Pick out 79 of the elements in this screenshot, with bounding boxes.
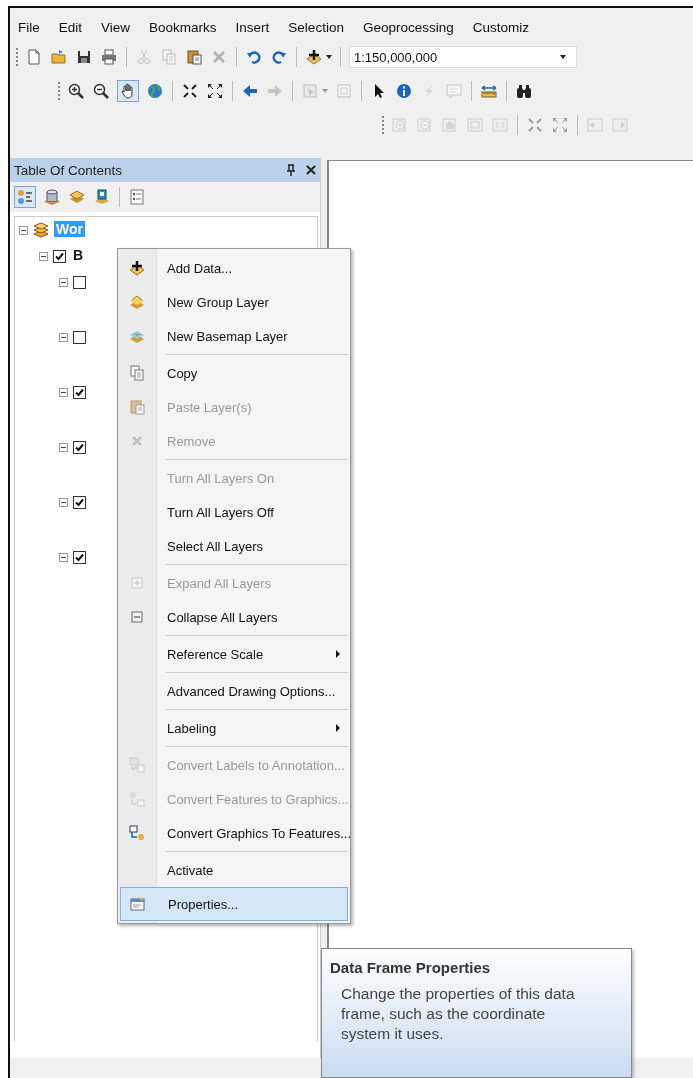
ruler-icon[interactable]: [480, 82, 498, 100]
basemap-layer-icon: [129, 328, 145, 344]
hand-icon[interactable]: [117, 80, 139, 102]
graphics-to-features-icon: [129, 825, 145, 841]
binoculars-icon[interactable]: [515, 82, 533, 100]
plus-diamond-icon[interactable]: [305, 48, 323, 66]
menu-item[interactable]: Activate: [120, 853, 348, 887]
panel-title: Table Of Contents: [14, 162, 124, 178]
menu-item[interactable]: Insert: [235, 19, 270, 35]
database-icon[interactable]: [43, 188, 61, 206]
checkbox[interactable]: [73, 386, 86, 399]
menu-item[interactable]: Convert Graphics To Features...: [120, 816, 348, 850]
clipboard-icon[interactable]: [185, 48, 203, 66]
copy-icon: [129, 365, 145, 381]
checkbox[interactable]: [73, 276, 86, 289]
clipboard-icon: [129, 399, 145, 415]
menu-item[interactable]: Reference Scale: [120, 637, 348, 671]
menu-item[interactable]: File: [18, 19, 40, 35]
layer-name[interactable]: B: [71, 247, 86, 263]
checkbox[interactable]: [53, 250, 66, 263]
printer-icon[interactable]: [100, 48, 118, 66]
collapse-icon[interactable]: [59, 333, 68, 342]
menu-item[interactable]: Bookmarks: [149, 19, 217, 35]
new-document-icon[interactable]: [25, 48, 43, 66]
outward-arrows-icon[interactable]: [206, 82, 224, 100]
layer-order-icon[interactable]: [14, 186, 36, 208]
scale-dropdown[interactable]: 1:150,000,000: [349, 46, 577, 68]
checkbox[interactable]: [73, 496, 86, 509]
menu-item[interactable]: Collapse All Layers: [120, 600, 348, 634]
tooltip-text: Change the properties of this data frame, such as the coordinate system it uses.: [340, 984, 576, 1044]
menu-item[interactable]: New Group Layer: [120, 285, 348, 319]
zoom-out-icon[interactable]: [92, 82, 110, 100]
undo-arrow-icon[interactable]: [245, 48, 263, 66]
features-to-graphics-icon: [129, 791, 145, 807]
menu-item[interactable]: New Basemap Layer: [120, 319, 348, 353]
left-arrow-icon[interactable]: [241, 82, 259, 100]
checkbox[interactable]: [73, 441, 86, 454]
globe-icon[interactable]: [146, 82, 164, 100]
layers-icon[interactable]: [68, 188, 86, 206]
collapse-icon[interactable]: [59, 278, 68, 287]
menu-item[interactable]: Selection: [288, 19, 344, 35]
menu-item[interactable]: Edit: [58, 19, 83, 35]
collapse-icon[interactable]: [59, 388, 68, 397]
menu-item[interactable]: View: [101, 19, 131, 35]
checkbox[interactable]: [73, 551, 86, 564]
info-icon[interactable]: [395, 82, 413, 100]
menu-item[interactable]: Add Data...: [120, 251, 348, 285]
zoom-in-icon[interactable]: [67, 82, 85, 100]
inward-arrows-icon[interactable]: [181, 82, 199, 100]
collapse-icon[interactable]: [19, 226, 28, 235]
plus-diamond-icon: [129, 260, 145, 276]
menu-item[interactable]: Customiz: [472, 19, 529, 35]
tooltip-title: Data Frame Properties: [330, 959, 492, 976]
folder-icon[interactable]: [50, 48, 68, 66]
caret-icon[interactable]: [560, 55, 568, 59]
collapse-icon[interactable]: [59, 498, 68, 507]
collapse-icon[interactable]: [39, 252, 48, 261]
collapse-icon[interactable]: [59, 443, 68, 452]
menu-item[interactable]: Select All Layers: [120, 529, 348, 563]
menu-item[interactable]: Copy: [120, 356, 348, 390]
caret-icon[interactable]: [326, 55, 332, 59]
plus-box-icon: [129, 575, 145, 591]
menu-item[interactable]: Geoprocessing: [362, 19, 454, 35]
close-icon[interactable]: [306, 165, 316, 175]
menu-item[interactable]: Properties...: [120, 887, 348, 921]
pin-icon[interactable]: [286, 164, 296, 176]
collapse-icon[interactable]: [59, 553, 68, 562]
options-list-icon[interactable]: [128, 188, 146, 206]
redo-arrow-icon[interactable]: [270, 48, 288, 66]
group-layer-icon: [129, 294, 145, 310]
minus-box-icon: [129, 609, 145, 625]
menu-item[interactable]: Labeling: [120, 711, 348, 745]
menu-item[interactable]: Turn All Layers Off: [120, 495, 348, 529]
menu-item[interactable]: Advanced Drawing Options...: [120, 674, 348, 708]
checkbox[interactable]: [73, 331, 86, 344]
selectable-layer-icon[interactable]: [93, 188, 111, 206]
labels-to-annotation-icon: [129, 757, 145, 773]
layers-stack-icon: [33, 222, 49, 238]
properties-icon: [130, 896, 146, 912]
